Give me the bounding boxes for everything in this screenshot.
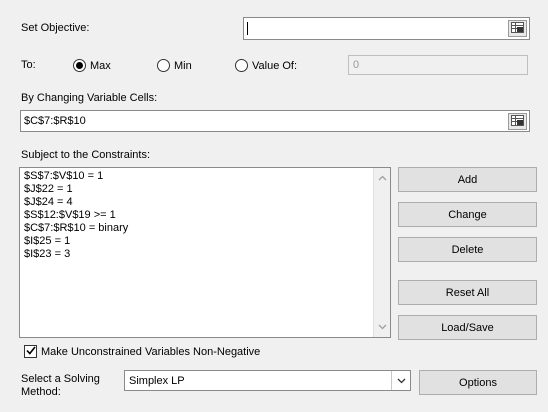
changing-cells-label: By Changing Variable Cells: [21, 92, 158, 104]
text-cursor [247, 22, 248, 35]
radio-value-of[interactable]: Value Of: [235, 59, 297, 72]
changing-cells-input[interactable]: $C$7:$R$10 [20, 110, 530, 132]
list-item[interactable]: $C$7:$R$10 = binary [20, 222, 390, 235]
constraints-list[interactable]: $S$7:$V$10 = 1 $J$22 = 1 $J$24 = 4 $S$12… [19, 167, 391, 338]
change-button-label: Change [448, 208, 487, 221]
solving-method-label-line2: Method: [21, 386, 61, 398]
reset-all-button[interactable]: Reset All [398, 280, 537, 305]
options-button[interactable]: Options [419, 370, 537, 395]
list-item[interactable]: $I$23 = 3 [20, 248, 390, 261]
nonneg-label: Make Unconstrained Variables Non-Negativ… [41, 345, 261, 358]
set-objective-label: Set Objective: [21, 22, 90, 34]
list-item[interactable]: $S$7:$V$10 = 1 [20, 170, 390, 183]
range-select-icon [511, 21, 524, 36]
delete-button[interactable]: Delete [398, 237, 537, 262]
scroll-down-icon[interactable] [378, 321, 387, 333]
radio-min-label: Min [174, 59, 192, 72]
scroll-up-icon[interactable] [378, 172, 387, 184]
radio-value-of-button[interactable] [235, 59, 248, 72]
solving-method-select[interactable]: Simplex LP [124, 370, 411, 391]
value-of-text: 0 [353, 59, 360, 71]
dropdown-button[interactable] [391, 371, 410, 390]
add-button[interactable]: Add [398, 167, 537, 192]
to-label: To: [21, 59, 36, 71]
radio-max-label: Max [90, 59, 111, 72]
radio-max[interactable]: Max [73, 59, 111, 72]
constraints-scrollbar[interactable] [373, 168, 390, 337]
list-item[interactable]: $S$12:$V$19 >= 1 [20, 209, 390, 222]
list-item[interactable]: $I$25 = 1 [20, 235, 390, 248]
load-save-button-label: Load/Save [441, 321, 494, 334]
radio-min[interactable]: Min [157, 59, 192, 72]
range-select-icon [511, 114, 524, 129]
nonneg-checkbox[interactable] [24, 345, 37, 358]
change-button[interactable]: Change [398, 202, 537, 227]
solving-method-label-line1: Select a Solving [21, 373, 100, 385]
constraints-label: Subject to the Constraints: [21, 149, 151, 161]
radio-max-button[interactable] [73, 59, 86, 72]
radio-min-button[interactable] [157, 59, 170, 72]
radio-value-of-label: Value Of: [252, 59, 298, 72]
check-icon [25, 346, 36, 358]
options-button-label: Options [459, 376, 497, 389]
load-save-button[interactable]: Load/Save [398, 315, 537, 340]
set-objective-input[interactable] [243, 17, 530, 40]
objective-range-select-button[interactable] [508, 20, 527, 37]
changing-cells-value: $C$7:$R$10 [24, 115, 86, 127]
value-of-input[interactable]: 0 [348, 55, 528, 75]
list-item[interactable]: $J$24 = 4 [20, 196, 390, 209]
delete-button-label: Delete [451, 243, 484, 256]
add-button-label: Add [457, 173, 478, 186]
changing-cells-range-select-button[interactable] [508, 113, 527, 130]
nonneg-option[interactable]: Make Unconstrained Variables Non-Negativ… [24, 345, 260, 358]
chevron-down-icon [397, 375, 406, 387]
solving-method-value: Simplex LP [129, 375, 185, 387]
reset-all-button-label: Reset All [445, 286, 490, 299]
radio-selected-dot [76, 62, 83, 69]
list-item[interactable]: $J$22 = 1 [20, 183, 390, 196]
